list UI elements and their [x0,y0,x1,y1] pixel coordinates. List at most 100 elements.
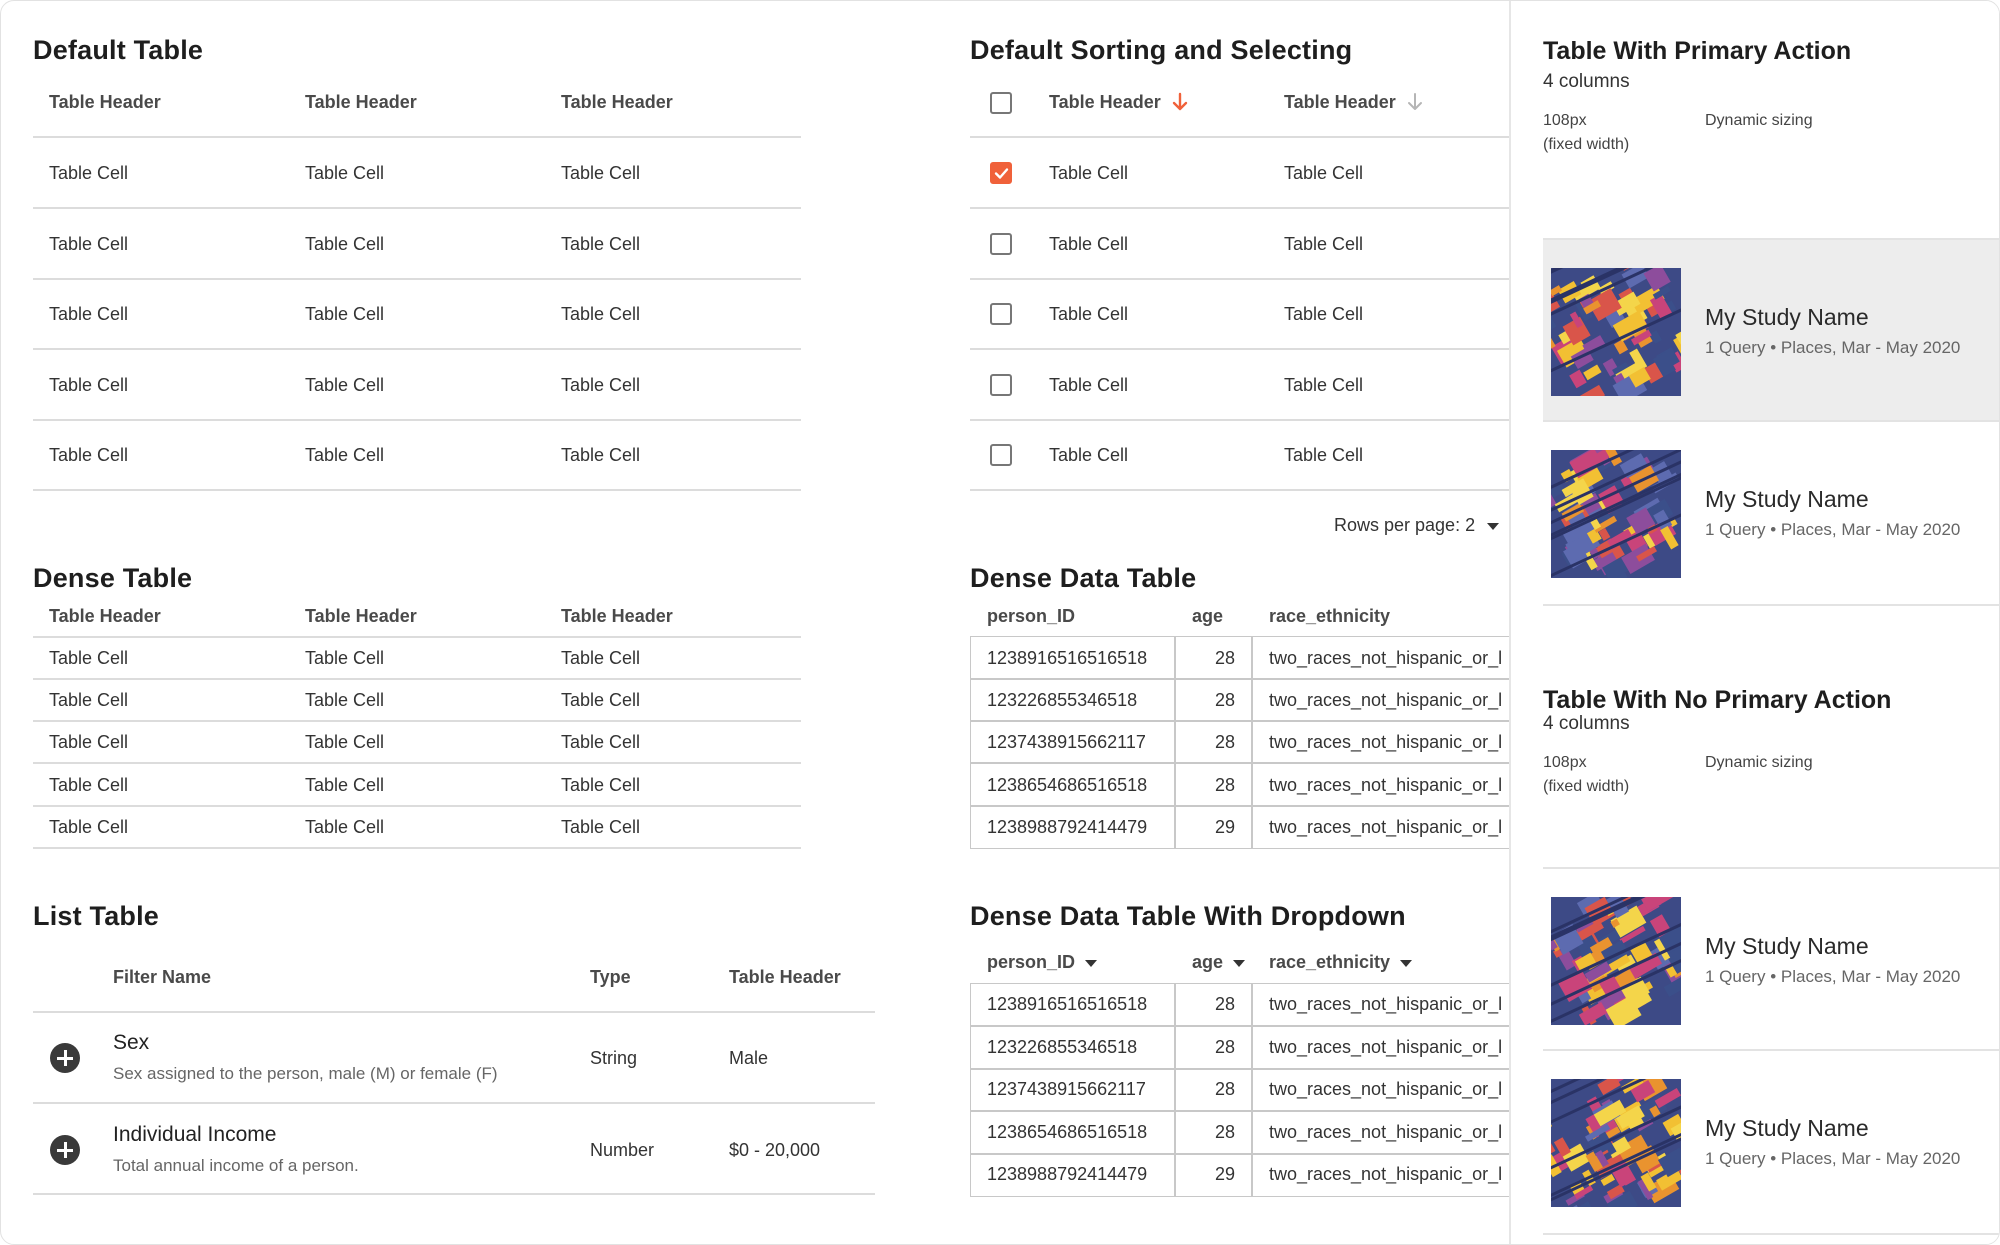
canvas: Default Table Table Header Table Header … [0,0,2000,1245]
row-divider [970,348,1509,350]
row-divider [33,762,801,764]
no-primary-action-subtitle: 4 columns [1543,713,1630,734]
column-header[interactable]: Filter Name [113,967,211,988]
row-divider [33,278,801,280]
no-primary-action-title: Table With No Primary Action [1543,686,1892,714]
add-icon[interactable] [50,1043,80,1073]
table-cell: Table Cell [1284,234,1364,254]
column-header[interactable]: Table Header [49,92,161,113]
row-checkbox[interactable] [990,444,1012,466]
table-cell: 1238654686516518 [987,1122,1148,1142]
row-checkbox[interactable] [990,374,1012,396]
column-dropdown-header[interactable]: race_ethnicity [1269,952,1413,973]
add-icon[interactable] [50,1135,80,1165]
column-header[interactable]: Type [590,967,631,988]
column-header-label: age [1192,952,1224,972]
table-cell: Table Cell [1284,445,1364,465]
select-all-checkbox[interactable] [990,92,1012,114]
row-divider [970,1153,1509,1155]
table-cell: Table Cell [49,304,129,324]
column-header[interactable]: age [1192,606,1223,627]
table-cell: Table Cell [561,163,641,183]
column-header[interactable]: Table Header [305,606,417,627]
column-header-label: race_ethnicity [1269,952,1391,972]
table-cell: Table Cell [49,817,129,837]
study-name: My Study Name [1705,486,1869,512]
table-cell: two_races_not_hispanic_or_l [1269,732,1503,752]
table-cell: Table Cell [561,304,641,324]
table-cell: Table Cell [305,690,385,710]
column-dropdown-header[interactable]: person_ID [987,952,1098,973]
dynamic-sizing-label: Dynamic sizing [1705,112,1813,129]
study-map-thumbnail [1551,897,1681,1025]
row-divider [970,805,1509,807]
table-cell: 29 [1214,817,1235,837]
filter-type: String [590,1048,638,1068]
study-meta: 1 Query • Places, Mar - May 2020 [1705,967,1961,986]
row-divider [970,678,1509,680]
table-cell: Table Cell [561,375,641,395]
table-cell: two_races_not_hispanic_or_l [1269,1079,1503,1099]
table-cell: 123226855346518 [987,1037,1138,1057]
sortable-column-header[interactable]: Table Header [1284,92,1423,113]
filter-value: Male [729,1048,769,1068]
study-name: My Study Name [1705,1115,1869,1141]
row-divider [970,419,1509,421]
row-divider [33,1102,875,1104]
study-name: My Study Name [1705,304,1869,330]
table-cell: two_races_not_hispanic_or_l [1269,775,1503,795]
study-meta: 1 Query • Places, Mar - May 2020 [1705,338,1961,357]
row-divider [970,207,1509,209]
row-divider [33,489,801,491]
column-header[interactable]: race_ethnicity [1269,606,1390,627]
row-divider [970,762,1509,764]
table-cell: Table Cell [49,732,129,752]
table-cell: Table Cell [305,732,385,752]
table-cell: 1238988792414479 [987,817,1148,837]
table-cell: Table Cell [1049,304,1129,324]
column-header-label: Table Header [1049,92,1161,112]
column-header[interactable]: Table Header [729,967,841,988]
column-header[interactable]: person_ID [987,606,1075,627]
sorting-table-title: Default Sorting and Selecting [970,35,1353,65]
table-cell: Table Cell [1049,445,1129,465]
column-header[interactable]: Table Header [561,92,673,113]
row-divider [33,678,801,680]
caret-down-icon [1400,959,1413,967]
table-cell: 1238988792414479 [987,1164,1148,1184]
table-cell: two_races_not_hispanic_or_l [1269,817,1503,837]
table-cell: 28 [1214,648,1235,668]
table-cell: Table Cell [49,690,129,710]
filter-description: Total annual income of a person. [113,1156,359,1175]
caret-down-icon [1233,959,1246,967]
column-header[interactable]: Table Header [49,606,161,627]
row-checkbox[interactable] [990,303,1012,325]
row-checkbox[interactable] [990,162,1012,184]
study-row[interactable]: My Study Name 1 Query • Places, Mar - Ma… [1543,238,1999,422]
table-cell: 1237438915662117 [987,1079,1146,1099]
filter-description: Sex assigned to the person, male (M) or … [113,1064,498,1083]
sort-arrow-down-icon[interactable] [1172,92,1188,112]
table-cell: Table Cell [1284,375,1364,395]
row-divider [970,1025,1509,1027]
table-cell: Table Cell [305,234,385,254]
table-cell: 28 [1214,1037,1235,1057]
filter-name: Sex [113,1031,150,1054]
table-cell: Table Cell [561,234,641,254]
study-row[interactable]: My Study Name 1 Query • Places, Mar - Ma… [1543,422,1999,606]
column-header[interactable]: Table Header [561,606,673,627]
column-header[interactable]: Table Header [305,92,417,113]
row-checkbox[interactable] [990,233,1012,255]
table-cell: Table Cell [561,817,641,837]
table-cell: 28 [1214,732,1235,752]
dense-table-title: Dense Table [33,563,193,593]
study-meta: 1 Query • Places, Mar - May 2020 [1705,520,1961,539]
row-divider [970,489,1509,491]
column-divider [1251,983,1253,1197]
study-map-thumbnail [1551,450,1681,578]
sort-arrow-down-icon[interactable] [1407,92,1423,112]
rows-per-page-dropdown[interactable]: Rows per page: 2 [1334,515,1500,536]
sortable-column-header[interactable]: Table Header [1049,92,1188,113]
header-divider [970,136,1509,138]
column-dropdown-header[interactable]: age [1192,952,1246,973]
